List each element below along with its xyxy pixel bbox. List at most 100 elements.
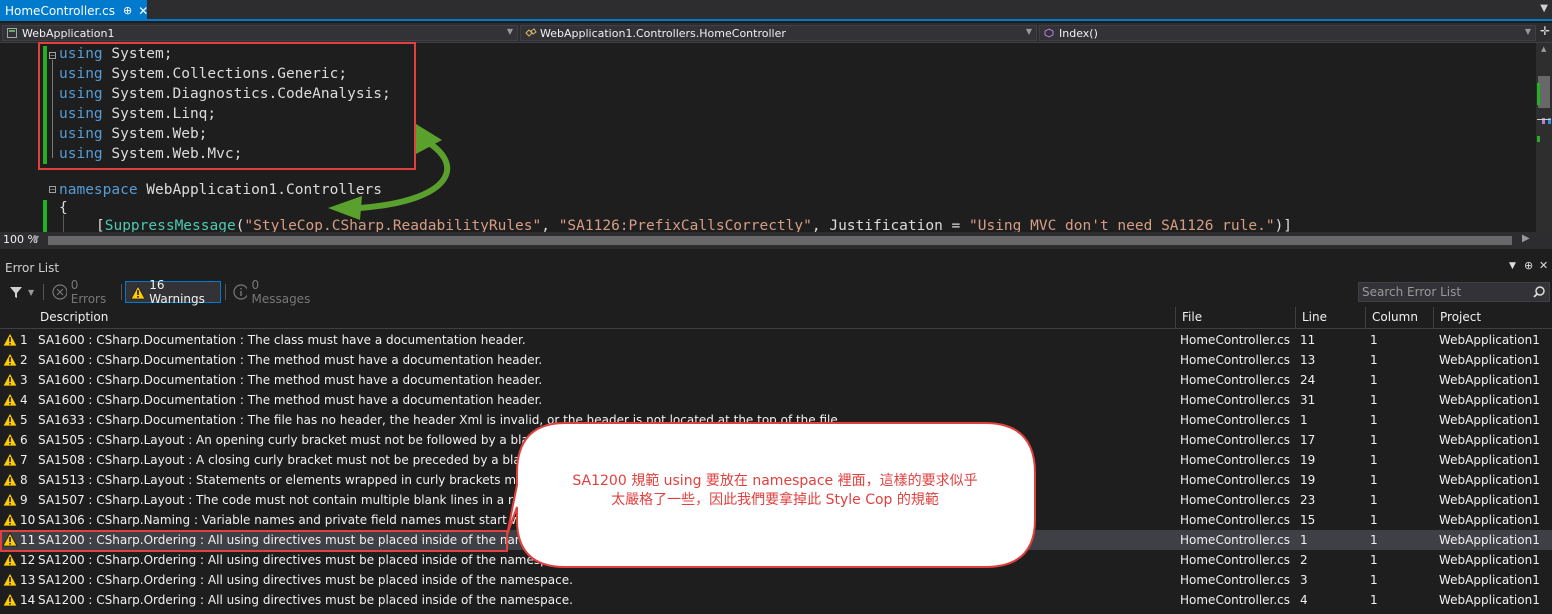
- error-list-toolbar: ▼ 0 Errors 16 Warnings 0 Messages Search…: [0, 278, 1552, 306]
- row-number: 12: [20, 553, 36, 567]
- collapse-icon[interactable]: −: [49, 186, 56, 194]
- editor-vertical-scrollbar[interactable]: ▲: [1536, 43, 1552, 232]
- class-dropdown[interactable]: WebApplication1.Controllers.HomeControll…: [520, 25, 1037, 41]
- errors-filter-button[interactable]: 0 Errors: [48, 278, 118, 306]
- row-column: 1: [1370, 433, 1378, 447]
- editor-horizontal-scrollbar[interactable]: [48, 236, 1512, 245]
- warnings-count: 16 Warnings: [149, 278, 205, 306]
- chevron-down-icon: ▼: [506, 27, 513, 36]
- row-column: 1: [1370, 333, 1378, 347]
- column-header-line[interactable]: Line: [1296, 307, 1366, 328]
- errors-count: 0 Errors: [70, 278, 107, 306]
- row-file: HomeController.cs: [1180, 533, 1291, 547]
- row-file: HomeController.cs: [1180, 513, 1291, 527]
- chevron-down-icon[interactable]: ▼: [1540, 3, 1548, 14]
- messages-filter-button[interactable]: 0 Messages: [229, 278, 319, 306]
- warning-icon: [130, 284, 145, 299]
- warning-icon: [2, 352, 18, 367]
- row-project: WebApplication1: [1439, 353, 1540, 367]
- row-line: 1: [1300, 533, 1308, 547]
- column-header-project[interactable]: Project: [1434, 307, 1552, 328]
- close-icon[interactable]: ✕: [138, 4, 148, 18]
- code-line: [SuppressMessage("StyleCop.CSharp.Readab…: [96, 218, 1293, 232]
- error-list-title-bar: Error List ▼ ⊕ ✕: [0, 259, 1552, 277]
- tab-title: HomeController.cs: [5, 3, 116, 18]
- pin-icon[interactable]: ⊕: [123, 4, 132, 17]
- row-column: 1: [1370, 393, 1378, 407]
- row-line: 19: [1300, 473, 1316, 487]
- row-number: 14: [20, 593, 36, 607]
- error-row[interactable]: 4 SA1600 : CSharp.Documentation : The met…: [0, 390, 1552, 410]
- row-number: 13: [20, 573, 36, 587]
- row-file: HomeController.cs: [1180, 573, 1291, 587]
- messages-count: 0 Messages: [251, 278, 311, 306]
- method-icon: [1044, 28, 1054, 38]
- row-description: SA1600 : CSharp.Documentation : The meth…: [38, 393, 543, 407]
- row-description: SA1600 : CSharp.Documentation : The meth…: [38, 373, 543, 387]
- split-editor-icon[interactable]: ✛: [1540, 24, 1550, 38]
- error-row[interactable]: 1 SA1600 : CSharp.Documentation : The cla…: [0, 330, 1552, 350]
- separator: [43, 284, 44, 300]
- warnings-filter-button[interactable]: 16 Warnings: [125, 278, 221, 306]
- search-placeholder: Search Error List: [1362, 285, 1462, 299]
- row-project: WebApplication1: [1439, 333, 1540, 347]
- search-icon[interactable]: [1533, 286, 1545, 298]
- scroll-right-icon[interactable]: ▶: [1522, 233, 1530, 244]
- column-header-description[interactable]: Description: [34, 307, 1176, 328]
- row-line: 4: [1300, 593, 1308, 607]
- member-dropdown[interactable]: Index() ▼: [1039, 25, 1536, 41]
- scroll-up-icon[interactable]: ▲: [1541, 45, 1546, 53]
- row-column: 1: [1370, 413, 1378, 427]
- chevron-down-icon[interactable]: ▼: [33, 234, 39, 243]
- panel-title: Error List: [5, 261, 60, 275]
- row-column: 1: [1370, 553, 1378, 567]
- dropdown-icon[interactable]: ▼: [1509, 261, 1516, 271]
- error-row[interactable]: 3 SA1600 : CSharp.Documentation : The met…: [0, 370, 1552, 390]
- annotation-callout-text: SA1200 規範 using 要放在 namespace 裡面，這樣的要求似乎…: [540, 472, 1010, 510]
- row-project: WebApplication1: [1439, 493, 1540, 507]
- row-project: WebApplication1: [1439, 413, 1540, 427]
- warning-icon: [2, 472, 18, 487]
- row-file: HomeController.cs: [1180, 493, 1291, 507]
- chevron-down-icon: ▼: [1025, 27, 1032, 36]
- row-line: 15: [1300, 513, 1316, 527]
- row-project: WebApplication1: [1439, 533, 1540, 547]
- row-file: HomeController.cs: [1180, 333, 1291, 347]
- row-project: WebApplication1: [1439, 573, 1540, 587]
- project-dropdown[interactable]: WebApplication1 ▼: [2, 25, 518, 41]
- row-file: HomeController.cs: [1180, 553, 1291, 567]
- row-file: HomeController.cs: [1180, 373, 1291, 387]
- document-tab-homecontroller[interactable]: HomeController.cs ⊕ ✕: [0, 0, 148, 21]
- row-line: 31: [1300, 393, 1316, 407]
- warning-icon: [2, 412, 18, 427]
- error-icon: [52, 284, 67, 300]
- row-line: 24: [1300, 373, 1316, 387]
- warning-icon: [2, 512, 18, 527]
- row-project: WebApplication1: [1439, 433, 1540, 447]
- row-column: 1: [1370, 353, 1378, 367]
- change-marker: [1537, 136, 1540, 142]
- chevron-down-icon: ▼: [28, 287, 35, 297]
- column-header-column[interactable]: Column: [1366, 307, 1434, 328]
- row-description: SA1600 : CSharp.Documentation : The meth…: [38, 353, 543, 367]
- error-row[interactable]: 2 SA1600 : CSharp.Documentation : The met…: [0, 350, 1552, 370]
- search-error-list-input[interactable]: Search Error List: [1358, 282, 1550, 302]
- row-line: 11: [1300, 333, 1316, 347]
- chevron-down-icon: ▼: [1524, 27, 1531, 36]
- project-icon: [7, 28, 17, 38]
- error-row[interactable]: 14 SA1200 : CSharp.Ordering : All using d…: [0, 590, 1552, 610]
- warning-icon: [2, 592, 18, 607]
- row-number: 9: [20, 493, 28, 507]
- close-icon[interactable]: ✕: [1539, 259, 1548, 272]
- row-column: 1: [1370, 493, 1378, 507]
- filter-button[interactable]: ▼: [6, 281, 40, 303]
- column-header-file[interactable]: File: [1176, 307, 1296, 328]
- class-name: WebApplication1.Controllers.HomeControll…: [540, 26, 786, 40]
- warning-icon: [2, 332, 18, 347]
- separator: [225, 284, 226, 300]
- row-line: 1: [1300, 413, 1308, 427]
- row-column: 1: [1370, 533, 1378, 547]
- warning-icon: [2, 452, 18, 467]
- pin-icon[interactable]: ⊕: [1524, 259, 1533, 272]
- row-number: 7: [20, 453, 28, 467]
